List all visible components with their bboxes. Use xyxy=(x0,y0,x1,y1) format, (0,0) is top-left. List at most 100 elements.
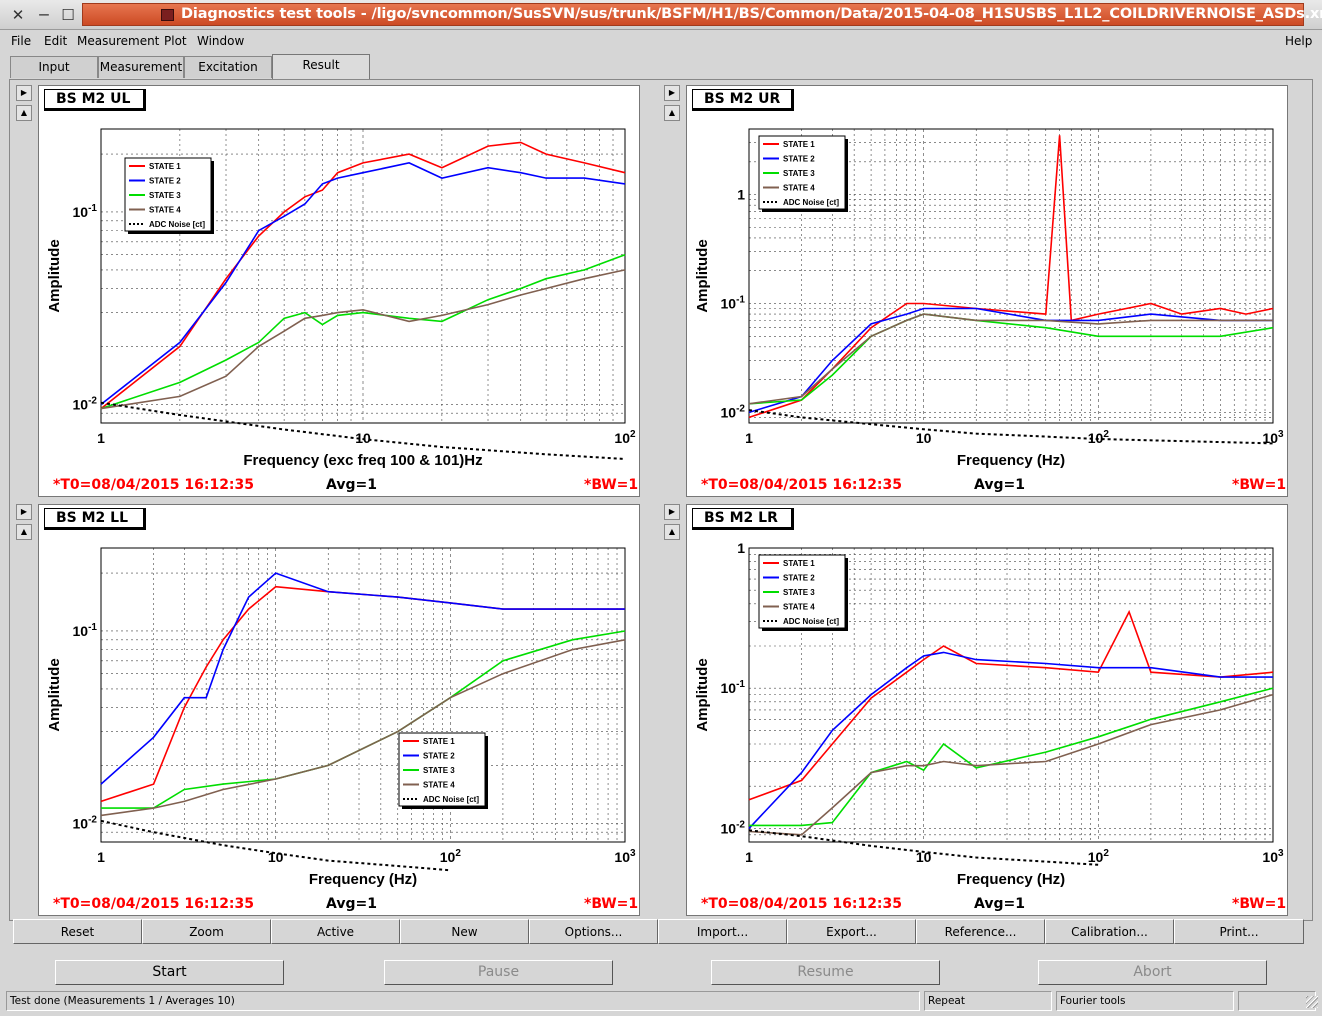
menu-plot[interactable]: Plot xyxy=(164,34,187,48)
reset-button[interactable]: Reset xyxy=(13,919,142,944)
tab-excitation[interactable]: Excitation xyxy=(184,56,272,78)
series-line xyxy=(100,639,626,817)
plot-canvas[interactable]: 1 10 102 103 10-2 10-1 Frequency (Hz) Amplitude… xyxy=(38,504,640,916)
menu-measurement[interactable]: Measurement xyxy=(77,34,159,48)
legend-label: STATE 2 xyxy=(783,155,815,164)
abort-button[interactable]: Abort xyxy=(1038,960,1267,985)
bandwidth-label: *BW=1.5 xyxy=(1232,477,1287,493)
import-button[interactable]: Import... xyxy=(658,919,787,944)
tab-result[interactable]: Result xyxy=(272,54,370,79)
panel-collapse-icon[interactable]: ▲ xyxy=(664,105,680,121)
x-axis-title: Frequency (Hz) xyxy=(957,452,1065,469)
legend-label: STATE 1 xyxy=(423,737,455,746)
tab-row: Input Measurement Excitation Result xyxy=(0,54,1322,80)
legend-label: STATE 4 xyxy=(783,603,815,612)
legend-label: STATE 3 xyxy=(423,766,455,775)
start-button[interactable]: Start xyxy=(55,960,284,985)
series-line xyxy=(748,409,1274,445)
plot-panel-ll: ▶ ▲ 1 10 102 103 10-2 10-1 Frequency (Hz) Ampli… xyxy=(16,504,640,916)
panel-collapse-icon[interactable]: ▲ xyxy=(664,524,680,540)
plot-svg: 1 10 102 103 10-2 10-1 1 Frequency (Hz) Amplitud… xyxy=(694,540,1284,888)
series-line xyxy=(100,585,625,803)
x-tick-label: 102 xyxy=(1088,429,1110,446)
x-tick-label: 103 xyxy=(1262,429,1284,446)
title-bar: ✕ ‒ ☐ Diagnostics test tools - /ligo/svn… xyxy=(0,0,1322,30)
plot-canvas[interactable]: 1 10 102 10-2 10-1 Frequency (exc freq 100 & … xyxy=(38,85,640,497)
series-line xyxy=(100,572,625,785)
plot-panel-ur: ▶ ▲ 1 10 102 103 10-2 10-1 1 Frequency (Hz) Ampl… xyxy=(664,85,1288,497)
panel-collapse-icon[interactable]: ▲ xyxy=(16,105,32,121)
legend-label: STATE 2 xyxy=(783,574,815,583)
panel-expand-icon[interactable]: ▶ xyxy=(664,504,680,520)
pause-button[interactable]: Pause xyxy=(384,960,613,985)
y-tick-label: 10-2 xyxy=(721,819,746,836)
menu-file[interactable]: File xyxy=(11,34,31,48)
x-tick-label: 1 xyxy=(745,849,753,865)
x-tick-label: 102 xyxy=(440,848,462,865)
legend-label: STATE 3 xyxy=(783,169,815,178)
plot-svg: 1 10 102 103 10-2 10-1 Frequency (Hz) Amplitude… xyxy=(46,547,636,888)
legend-label: STATE 3 xyxy=(783,588,815,597)
panel-expand-icon[interactable]: ▶ xyxy=(664,85,680,101)
zoom-button[interactable]: Zoom xyxy=(142,919,271,944)
plot-canvas[interactable]: 1 10 102 103 10-2 10-1 1 Frequency (Hz) Amplitud… xyxy=(686,85,1288,497)
new-button[interactable]: New xyxy=(400,919,529,944)
panel-expand-icon[interactable]: ▶ xyxy=(16,504,32,520)
legend-label: STATE 2 xyxy=(149,177,181,186)
x-tick-label: 103 xyxy=(614,848,636,865)
y-tick-label: 10-2 xyxy=(73,814,98,831)
averages-label: Avg=1 xyxy=(974,896,1025,912)
legend-label: STATE 1 xyxy=(149,162,181,171)
legend-label: STATE 3 xyxy=(149,191,181,200)
resume-button[interactable]: Resume xyxy=(711,960,940,985)
start-time-label: *T0=08/04/2015 16:12:35 xyxy=(53,477,255,493)
menu-edit[interactable]: Edit xyxy=(44,34,67,48)
plot-canvas[interactable]: 1 10 102 103 10-2 10-1 1 Frequency (Hz) Amplitud… xyxy=(686,504,1288,916)
title-strip: Diagnostics test tools - /ligo/svncommon… xyxy=(82,3,1322,26)
plot-svg: 1 10 102 10-2 10-1 Frequency (exc freq 100 & … xyxy=(46,128,636,469)
start-time-label: *T0=08/04/2015 16:12:35 xyxy=(53,896,255,912)
menu-help[interactable]: Help xyxy=(1285,34,1312,48)
x-axis-title: Frequency (Hz) xyxy=(957,871,1065,888)
plot-frame xyxy=(100,547,626,843)
legend: STATE 1 STATE 2 STATE 3 STATE 4 ADC Noise [c… xyxy=(758,135,848,212)
reference-button[interactable]: Reference... xyxy=(916,919,1045,944)
legend-label: STATE 2 xyxy=(423,752,455,761)
close-icon[interactable]: ✕ xyxy=(8,5,28,25)
minimize-icon[interactable]: ‒ xyxy=(34,5,54,25)
legend-label: STATE 1 xyxy=(783,140,815,149)
plot-panel-lr: ▶ ▲ 1 10 102 103 10-2 10-1 1 Frequency (Hz) Ampl… xyxy=(664,504,1288,916)
export-button[interactable]: Export... xyxy=(787,919,916,944)
tab-measurement[interactable]: Measurement xyxy=(98,56,184,78)
y-tick-label: 1 xyxy=(737,540,745,556)
result-area: ▶ ▲ 1 10 102 10-2 10-1 Frequency (exc freq 10… xyxy=(9,79,1313,921)
status-mode: Repeat xyxy=(924,991,1052,1011)
x-tick-label: 10 xyxy=(916,849,932,865)
legend-label: STATE 4 xyxy=(783,184,815,193)
start-time-label: *T0=08/04/2015 16:12:35 xyxy=(701,896,903,912)
series-line xyxy=(748,651,1273,829)
averages-label: Avg=1 xyxy=(974,477,1025,493)
resize-grip-icon[interactable] xyxy=(1306,996,1318,1008)
options-button[interactable]: Options... xyxy=(529,919,658,944)
run-controls: Start Pause Resume Abort xyxy=(0,955,1322,985)
series-line xyxy=(748,609,1274,801)
x-tick-label: 10 xyxy=(916,430,932,446)
x-axis-title: Frequency (Hz) xyxy=(309,871,417,888)
bandwidth-label: *BW=1.5 xyxy=(584,477,639,493)
plot-title: BS M2 UR xyxy=(692,89,794,111)
legend-label: ADC Noise [ct] xyxy=(423,795,479,804)
menu-window[interactable]: Window xyxy=(197,34,244,48)
legend-label: STATE 4 xyxy=(149,206,181,215)
grid-lines xyxy=(100,548,626,843)
plot-panel-ul: ▶ ▲ 1 10 102 10-2 10-1 Frequency (exc freq 10… xyxy=(16,85,640,497)
panel-expand-icon[interactable]: ▶ xyxy=(16,85,32,101)
print-button[interactable]: Print... xyxy=(1174,919,1304,944)
tab-input[interactable]: Input xyxy=(10,56,98,78)
x-tick-label: 10 xyxy=(355,430,371,446)
active-button[interactable]: Active xyxy=(271,919,400,944)
y-axis-title: Amplitude xyxy=(694,239,711,312)
calibration-button[interactable]: Calibration... xyxy=(1045,919,1174,944)
panel-collapse-icon[interactable]: ▲ xyxy=(16,524,32,540)
maximize-icon[interactable]: ☐ xyxy=(58,5,78,25)
